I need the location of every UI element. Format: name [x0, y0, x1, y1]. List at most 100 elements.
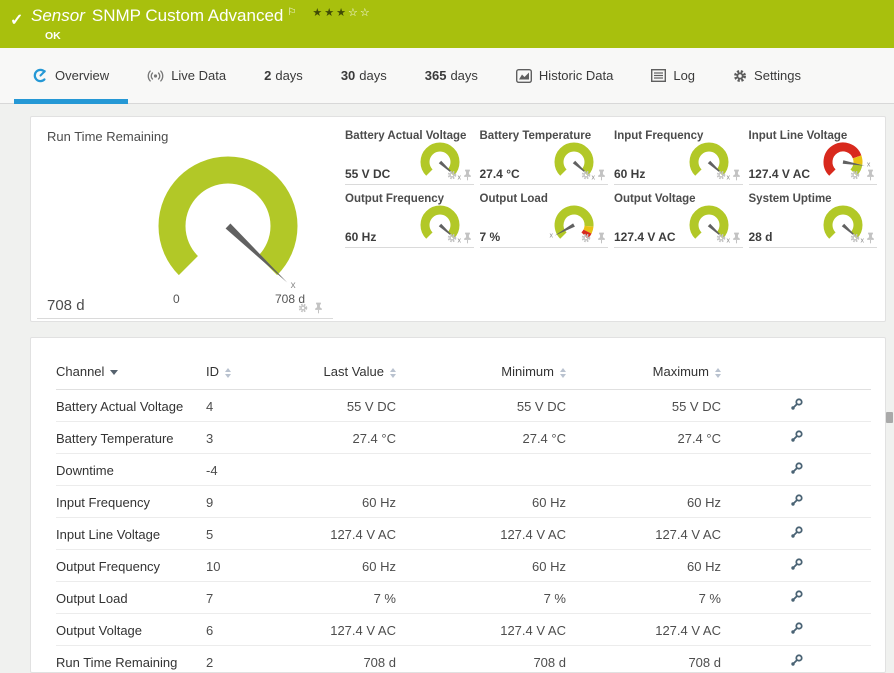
channel-settings-wrench-icon[interactable]: [789, 621, 804, 636]
cell-last-value: 7 %: [306, 581, 396, 614]
pin-icon[interactable]: [732, 232, 741, 244]
tab-label: days: [450, 68, 478, 83]
pin-icon[interactable]: [866, 169, 875, 181]
tab-settings[interactable]: Settings: [714, 48, 820, 103]
tab-label: Log: [673, 68, 696, 83]
cell-minimum: 7 %: [396, 581, 566, 614]
tab-number: 365: [424, 68, 447, 83]
gauge-value: 7 %: [479, 230, 501, 244]
sensor-name: SNMP Custom Advanced: [91, 6, 284, 25]
gauge-cell-output-load: Output Load x 7 %: [479, 191, 608, 248]
channel-settings-wrench-icon[interactable]: [789, 589, 804, 604]
cell-last-value: 60 Hz: [306, 549, 396, 582]
sort-icon: [225, 367, 231, 378]
priority-stars[interactable]: ★★★☆☆: [312, 8, 371, 19]
status-check-icon: ✓: [10, 12, 24, 29]
log-icon: [651, 69, 667, 82]
gear-icon[interactable]: [581, 170, 591, 180]
channel-settings-wrench-icon[interactable]: [789, 429, 804, 444]
svg-text:x: x: [291, 280, 296, 291]
pin-icon[interactable]: [597, 169, 606, 181]
table-header-row: Channel ID Last Value Minimum Maximum: [56, 364, 871, 390]
gear-icon: [733, 69, 747, 83]
pin-icon[interactable]: [732, 169, 741, 181]
status-badge: OK: [45, 30, 61, 42]
pin-icon[interactable]: [463, 232, 472, 244]
cell-minimum: 60 Hz: [396, 549, 566, 582]
cell-last-value: 27.4 °C: [306, 421, 396, 454]
cell-maximum: 127.4 V AC: [566, 517, 721, 550]
cell-minimum: 708 d: [396, 645, 566, 672]
gauge-value: 28 d: [748, 230, 773, 244]
channel-settings-wrench-icon[interactable]: [789, 493, 804, 508]
gear-icon[interactable]: [447, 233, 457, 243]
gear-icon[interactable]: [298, 303, 308, 313]
channel-settings-wrench-icon[interactable]: [789, 461, 804, 476]
column-header-maximum[interactable]: Maximum: [566, 364, 721, 390]
column-header-id[interactable]: ID: [206, 364, 306, 390]
channels-table: Channel ID Last Value Minimum Maximum Batter…: [56, 364, 871, 672]
channels-table-panel: Channel ID Last Value Minimum Maximum Batter…: [30, 337, 886, 673]
scrollbar-thumb[interactable]: [886, 412, 893, 423]
table-row: Run Time Remaining 2 708 d 708 d 708 d: [56, 645, 871, 672]
run-time-remaining-gauge: x: [158, 156, 298, 291]
small-gauges-grid: Battery Actual Voltage x 55 V DC Battery Te…: [333, 123, 881, 321]
table-row: Downtime -4: [56, 453, 871, 486]
star-icon[interactable]: ★: [312, 7, 324, 19]
flag-icon[interactable]: ⚐: [287, 7, 296, 18]
sort-icon: [560, 367, 566, 378]
column-header-channel[interactable]: Channel: [56, 364, 206, 390]
cell-channel: Downtime: [56, 453, 206, 486]
sort-icon: [715, 367, 721, 378]
channel-settings-wrench-icon[interactable]: [789, 557, 804, 572]
cell-channel: Output Voltage: [56, 613, 206, 646]
cell-id: 9: [206, 485, 306, 518]
gauge-icon: [33, 68, 48, 83]
tab-overview[interactable]: Overview: [14, 48, 129, 104]
pin-icon[interactable]: [463, 169, 472, 181]
channel-settings-wrench-icon[interactable]: [789, 653, 804, 668]
gauge-cell-battery-actual-voltage: Battery Actual Voltage x 55 V DC: [345, 128, 474, 185]
star-icon[interactable]: ★: [336, 7, 348, 19]
cell-last-value: 708 d: [306, 645, 396, 672]
cell-last-value: 127.4 V AC: [306, 517, 396, 550]
gear-icon[interactable]: [581, 233, 591, 243]
gear-icon[interactable]: [716, 170, 726, 180]
tab-live-data[interactable]: Live Data: [128, 48, 245, 103]
table-row: Output Load 7 7 % 7 % 7 %: [56, 581, 871, 614]
tab-365-days[interactable]: 365 days: [406, 48, 497, 103]
tab-number: 30: [340, 68, 356, 83]
cell-maximum: 60 Hz: [566, 549, 721, 582]
tab-label: days: [275, 68, 303, 83]
cell-minimum: 127.4 V AC: [396, 613, 566, 646]
channel-settings-wrench-icon[interactable]: [789, 397, 804, 412]
star-icon[interactable]: ☆: [360, 7, 372, 19]
cell-channel: Battery Actual Voltage: [56, 389, 206, 422]
column-label: Channel: [56, 364, 105, 379]
column-header-actions: [721, 364, 871, 390]
pin-icon[interactable]: [314, 302, 323, 314]
cell-channel: Battery Temperature: [56, 421, 206, 454]
gear-icon[interactable]: [850, 170, 860, 180]
star-icon[interactable]: ★: [324, 7, 336, 19]
cell-id: 6: [206, 613, 306, 646]
tab-2-days[interactable]: 2 days: [245, 48, 322, 103]
tab-historic-data[interactable]: Historic Data: [497, 48, 632, 103]
gauge-value: 708 d: [47, 297, 85, 314]
page-title: Sensor SNMP Custom Advanced ⚐ ★★★☆☆: [31, 6, 372, 26]
column-header-last-value[interactable]: Last Value: [306, 364, 396, 390]
pin-icon[interactable]: [597, 232, 606, 244]
tab-log[interactable]: Log: [632, 48, 714, 103]
gear-icon[interactable]: [716, 233, 726, 243]
cell-channel: Output Frequency: [56, 549, 206, 582]
cell-last-value: 60 Hz: [306, 485, 396, 518]
gear-icon[interactable]: [447, 170, 457, 180]
channel-settings-wrench-icon[interactable]: [789, 525, 804, 540]
pin-icon[interactable]: [866, 232, 875, 244]
star-icon[interactable]: ☆: [348, 7, 360, 19]
tab-30-days[interactable]: 30 days: [322, 48, 406, 103]
gauge-value: 60 Hz: [614, 167, 646, 181]
cell-maximum: 27.4 °C: [566, 421, 721, 454]
column-header-minimum[interactable]: Minimum: [396, 364, 566, 390]
gear-icon[interactable]: [850, 233, 860, 243]
